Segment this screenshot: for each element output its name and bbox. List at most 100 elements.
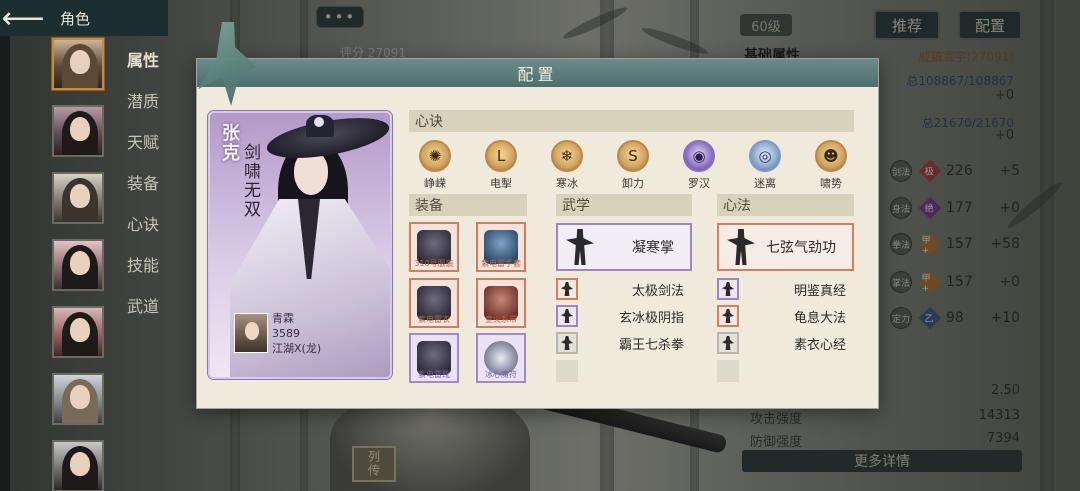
xinjue-item[interactable]: ✺ 峥嵘	[413, 140, 457, 194]
equipment-name: 紫电雷衣	[418, 315, 450, 324]
xinjue-icon: ☻	[815, 140, 847, 172]
xinjue-label: 罗汉	[688, 177, 710, 190]
wuxue-main-skill[interactable]: 凝寒掌	[556, 223, 692, 271]
menu-item-attributes[interactable]: 属性	[118, 40, 168, 81]
owner-info: 青霖 3589 江湖X(龙)	[272, 311, 321, 356]
menu-item-skills[interactable]: 技能	[118, 245, 168, 286]
skill-icon	[556, 305, 578, 327]
skill-row[interactable]: 素衣心经	[717, 332, 846, 354]
skill-row[interactable]: 玄冰极阴指	[556, 305, 684, 327]
xinfa-main-name: 七弦气劲功	[766, 240, 836, 256]
martial-figure-icon	[561, 309, 573, 323]
skill-row[interactable]: 霸王七杀拳	[556, 332, 684, 354]
equipment-name: 冰心魔符	[485, 370, 517, 379]
equipment-slot[interactable]: 310号服装	[409, 222, 459, 272]
equipment-slot[interactable]: 金火系带	[476, 278, 526, 328]
xinjue-icon: ◎	[749, 140, 781, 172]
skill-name: 素衣心经	[793, 337, 846, 353]
page-title: 角色	[60, 9, 91, 28]
owner-name: 青霖	[272, 312, 294, 325]
martial-figure-icon	[566, 229, 594, 265]
character-portrait[interactable]	[52, 38, 104, 90]
skill-icon	[717, 305, 739, 327]
xinjue-label: 卸力	[622, 177, 644, 190]
xinjue-item[interactable]: ◎ 迷离	[743, 140, 787, 194]
menu-item-wudao[interactable]: 武道	[118, 286, 168, 327]
xinfa-main-skill[interactable]: 七弦气劲功	[717, 223, 854, 271]
character-portrait-list	[52, 38, 106, 491]
equipment-name: 310号服装	[414, 259, 454, 268]
xinjue-icon: S	[617, 140, 649, 172]
skill-row[interactable]: 龟息大法	[717, 305, 846, 327]
empty-slot-icon	[717, 360, 739, 382]
xinjue-label: 峥嵘	[424, 177, 446, 190]
menu-item-talent[interactable]: 天赋	[118, 122, 168, 163]
character-portrait[interactable]	[52, 239, 104, 291]
xinjue-item[interactable]: L 电掣	[479, 140, 523, 194]
sidebar-edge	[0, 36, 10, 491]
character-portrait[interactable]	[52, 440, 104, 491]
martial-figure-icon	[722, 282, 734, 296]
equipment-name: 金火系带	[485, 315, 517, 324]
skill-name: 明鉴真经	[793, 283, 846, 299]
menu-item-potential[interactable]: 潜质	[118, 81, 168, 122]
skill-row[interactable]: 明鉴真经	[717, 278, 846, 300]
xinjue-label: 电掣	[490, 177, 512, 190]
xinjue-icon: ✺	[419, 140, 451, 172]
menu-item-xinjue[interactable]: 心诀	[118, 204, 168, 245]
xinjue-list: ✺ 峥嵘 L 电掣 ❄ 寒冰 S 卸力 ◉ 罗汉 ◎ 迷离 ☻ 啸势	[413, 140, 853, 194]
xinfa-section-header: 心法	[717, 194, 854, 216]
martial-figure-icon	[561, 336, 573, 350]
xinjue-item[interactable]: ❄ 寒冰	[545, 140, 589, 194]
modal-header: 配置	[197, 59, 878, 87]
top-bar: ⟵ 角色	[0, 0, 168, 36]
skill-icon	[556, 332, 578, 354]
xinjue-section-header: 心诀	[409, 110, 854, 132]
back-arrow-icon[interactable]: ⟵	[0, 0, 46, 36]
skill-name: 玄冰极阴指	[618, 310, 684, 326]
character-portrait[interactable]	[52, 105, 104, 157]
wuxue-main-name: 凝寒掌	[632, 240, 674, 256]
skill-name: 霸王七杀拳	[618, 337, 684, 353]
skill-icon	[717, 278, 739, 300]
martial-figure-icon	[561, 282, 573, 296]
owner-server: 江湖X(龙)	[272, 342, 322, 355]
xinjue-icon: ❄	[551, 140, 583, 172]
xinjue-label: 啸势	[820, 177, 842, 190]
character-portrait[interactable]	[52, 373, 104, 425]
modal-title: 配置	[517, 65, 558, 84]
skill-row[interactable]: 太极剑法	[556, 278, 684, 300]
menu-item-equipment[interactable]: 装备	[118, 163, 168, 204]
owner-avatar	[234, 313, 268, 353]
martial-figure-icon	[727, 229, 755, 265]
martial-figure-icon	[722, 336, 734, 350]
skill-name: 太极剑法	[631, 283, 684, 299]
equipment-section-header: 装备	[409, 194, 527, 216]
equipment-name: 紫电雷手套	[481, 259, 521, 268]
equipment-slot[interactable]: 冰心魔符	[476, 333, 526, 383]
equipment-slot[interactable]: 紫电雷靴	[409, 333, 459, 383]
equipment-name: 紫电雷靴	[418, 370, 450, 379]
character-title: 剑啸无双	[240, 143, 260, 219]
xinjue-item[interactable]: ◉ 罗汉	[677, 140, 721, 194]
empty-skill-slot[interactable]	[556, 360, 684, 382]
character-hat-gem	[314, 117, 324, 127]
equipment-slot[interactable]: 紫电雷衣	[409, 278, 459, 328]
wuxue-section-header: 武学	[556, 194, 692, 216]
character-card[interactable]: 张克 剑啸无双 青霖 3589 江湖X(龙)	[208, 111, 392, 379]
skill-icon	[717, 332, 739, 354]
character-portrait[interactable]	[52, 306, 104, 358]
martial-figure-icon	[722, 309, 734, 323]
xinjue-item[interactable]: ☻ 啸势	[809, 140, 853, 194]
xinjue-item[interactable]: S 卸力	[611, 140, 655, 194]
xinjue-icon: ◉	[683, 140, 715, 172]
xinjue-icon: L	[485, 140, 517, 172]
equipment-slot[interactable]: 紫电雷手套	[476, 222, 526, 272]
empty-slot-icon	[556, 360, 578, 382]
side-menu: 属性 潜质 天赋 装备 心诀 技能 武道	[118, 40, 168, 327]
skill-name: 龟息大法	[793, 310, 846, 326]
xinjue-label: 寒冰	[556, 177, 578, 190]
empty-skill-slot[interactable]	[717, 360, 846, 382]
owner-score: 3589	[272, 327, 300, 340]
character-portrait[interactable]	[52, 172, 104, 224]
